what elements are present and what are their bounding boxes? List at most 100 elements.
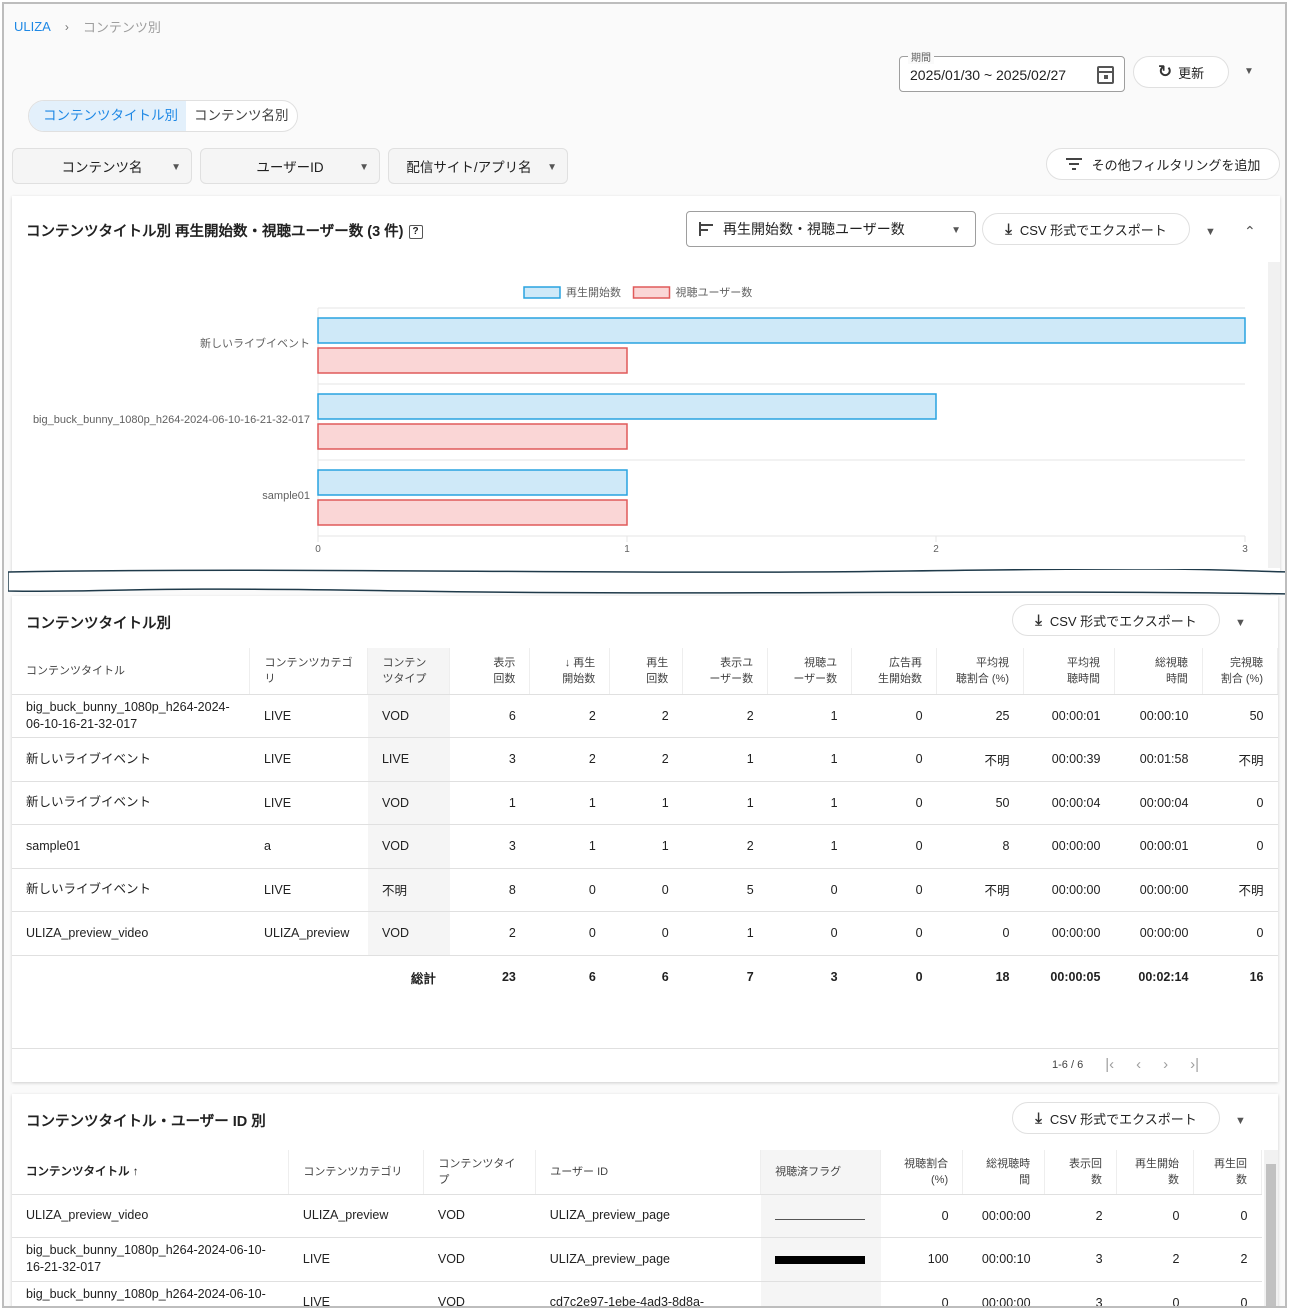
table-header-row: コンテンツタイトル ↑ コンテンツカテゴリ コンテンツタイプ ユーザー ID 視… <box>12 1150 1263 1195</box>
table-cell: 5 <box>682 868 768 912</box>
table1-export-menu-caret-icon[interactable]: ▼ <box>1235 617 1246 629</box>
col-plays[interactable]: 再生回数 <box>609 648 684 695</box>
col-ad-starts[interactable]: 広告再 生開始数 <box>851 648 938 695</box>
col-avg-view-ratio[interactable]: 平均視 聴割合 (%) <box>936 648 1024 695</box>
table-row[interactable]: 新しいライブイベント LIVE 不明 8 0 0 5 0 0 不明 00:00:00 00:00:00… <box>12 868 1278 912</box>
table-cell: 不明 <box>1202 737 1278 782</box>
period-label: 期間 <box>908 49 934 64</box>
table-cell: 00:00:10 <box>962 1237 1045 1282</box>
filter-user-id[interactable]: ユーザーID ▼ <box>200 148 380 184</box>
col-display-users[interactable]: 表示ユ ーザー数 <box>682 648 769 695</box>
col-content-title[interactable]: コンテンツタイトル ↑ <box>12 1150 290 1195</box>
table-cell: VOD <box>423 1237 536 1282</box>
legend-swatch <box>523 286 561 299</box>
table-cell: VOD <box>423 1281 536 1306</box>
y-category-label: sample01 <box>262 490 310 502</box>
period-field[interactable]: 期間 2025/01/30 ~ 2025/02/27 <box>899 49 1125 92</box>
filter-label: ユーザーID <box>256 160 324 175</box>
table-cell: 0 <box>767 868 852 912</box>
period-value: 2025/01/30 ~ 2025/02/27 <box>910 67 1067 83</box>
table-row[interactable]: 新しいライブイベント LIVE VOD 1 1 1 1 1 0 50 00:00:04 00:00:0… <box>12 781 1278 825</box>
col-play-starts[interactable]: ↓ 再生 開始数 <box>529 648 611 695</box>
table1-export-button[interactable]: ⤓ CSV 形式でエクスポート <box>1012 604 1220 636</box>
total-cell: 00:00:05 <box>1050 970 1101 985</box>
table2-scroll-thumb[interactable] <box>1266 1164 1276 1306</box>
col-avg-view-time[interactable]: 平均視 聴時間 <box>1023 648 1115 695</box>
filter-site-app[interactable]: 配信サイト/アプリ名 ▼ <box>388 148 568 184</box>
x-tick-label: 3 <box>1242 544 1248 555</box>
table-cell: 00:00:39 <box>1023 737 1115 782</box>
title-user-table: コンテンツタイトル ↑ コンテンツカテゴリ コンテンツタイプ ユーザー ID 視… <box>12 1150 1263 1306</box>
table-cell: big_buck_bunny_1080p_h264-2024-06-10-16-… <box>12 1281 289 1306</box>
col-complete-ratio[interactable]: 完視聴 割合 (%) <box>1202 648 1279 695</box>
table-cell: 2 <box>1044 1194 1117 1238</box>
table-row[interactable]: big_buck_bunny_1080p_h264-2024-06-10-16-… <box>12 1281 1262 1306</box>
table2-export-button[interactable]: ⤓ CSV 形式でエクスポート <box>1012 1102 1220 1134</box>
content-title-table: コンテンツタイトル コンテンツカテゴリ コンテン ツタイプ 表示 回数 ↓ 再生 開始… <box>12 648 1279 999</box>
table-row[interactable]: 新しいライブイベント LIVE LIVE 3 2 2 1 1 0 不明 00:00:39 00:01:… <box>12 737 1278 782</box>
table-row[interactable]: ULIZA_preview_video ULIZA_preview VOD ULIZA… <box>12 1194 1262 1238</box>
col-content-title[interactable]: コンテンツタイトル <box>12 648 251 695</box>
table2-scrollbar[interactable] <box>1264 1150 1278 1306</box>
prev-page-icon[interactable]: ‹ <box>1136 1056 1141 1073</box>
col-user-id[interactable]: ユーザー ID <box>535 1150 762 1195</box>
x-tick-label: 2 <box>933 544 939 555</box>
table-cell: ULIZA_preview <box>288 1194 424 1238</box>
filter-content-name[interactable]: コンテンツ名 ▼ <box>12 148 192 184</box>
table-row[interactable]: big_buck_bunny_1080p_h264-2024-06-10-16-… <box>12 694 1278 738</box>
table-cell: sample01 <box>12 824 250 869</box>
refresh-menu-caret-icon[interactable]: ▼ <box>1244 66 1254 77</box>
col-view-ratio[interactable]: 視聴割合 (%) <box>880 1150 964 1195</box>
table-cell: 0 <box>609 868 683 912</box>
col-play-starts[interactable]: 再生開始数 <box>1116 1150 1194 1195</box>
table2-export-menu-caret-icon[interactable]: ▼ <box>1235 1115 1246 1127</box>
col-impressions[interactable]: 表示回数 <box>1044 1150 1118 1195</box>
col-impressions[interactable]: 表示回数 <box>449 648 531 695</box>
table-cell: 不明 <box>936 737 1024 782</box>
col-plays[interactable]: 再生回数 <box>1193 1150 1263 1195</box>
col-content-type[interactable]: コンテンツタイプ <box>423 1150 537 1195</box>
table-cell: 00:00:01 <box>1114 824 1203 869</box>
bar-view-users <box>317 423 628 450</box>
download-icon: ⤓ <box>1035 1109 1042 1127</box>
last-page-icon[interactable]: ›| <box>1190 1056 1199 1073</box>
x-tick-label: 0 <box>315 544 321 555</box>
table-cell: ULIZA_preview_page <box>535 1194 761 1238</box>
table-row[interactable]: sample01 a VOD 3 1 1 2 1 0 8 00:00:00 00:00:01 0 <box>12 824 1278 869</box>
table-cell: 00:00:00 <box>1114 868 1203 912</box>
next-page-icon[interactable]: › <box>1163 1056 1168 1073</box>
total-cell: 16 <box>1249 970 1264 985</box>
table-row[interactable]: ULIZA_preview_video ULIZA_preview VOD 2 0 0 1 0… <box>12 911 1278 956</box>
table-cell: 00:00:04 <box>1114 781 1203 825</box>
table-cell: 00:01:58 <box>1114 737 1203 782</box>
toggle-by-content-title[interactable]: コンテンツタイトル別 <box>29 101 186 131</box>
col-content-category[interactable]: コンテンツカテゴリ <box>249 648 369 695</box>
table-cell: 2 <box>529 694 610 738</box>
chevron-down-icon: ▼ <box>171 162 181 173</box>
col-total-view-time[interactable]: 総視聴時間 <box>962 1150 1046 1195</box>
col-content-type[interactable]: コンテンツタイプ <box>367 648 451 695</box>
table-cell: LIVE <box>249 781 368 825</box>
add-filter-button[interactable]: その他フィルタリングを追加 <box>1046 148 1280 180</box>
table-cell: 1 <box>767 824 852 869</box>
toggle-by-content-name[interactable]: コンテンツ名別 <box>186 101 297 131</box>
breadcrumb-root-link[interactable]: ULIZA <box>14 19 51 34</box>
title-user-table-card: コンテンツタイトル・ユーザー ID 別 ⤓ CSV 形式でエクスポート ▼ コン… <box>12 1094 1278 1306</box>
table-cell: 1 <box>449 781 530 825</box>
col-view-users[interactable]: 視聴ユ ーザー数 <box>767 648 853 695</box>
first-page-icon[interactable]: |‹ <box>1105 1056 1114 1073</box>
table-row[interactable]: big_buck_bunny_1080p_h264-2024-06-10-16-… <box>12 1237 1262 1282</box>
table-cell: 1 <box>682 781 768 825</box>
legend-label: 再生開始数 <box>566 285 621 299</box>
table-cell: 100 <box>880 1237 963 1282</box>
table-cell: 2 <box>682 824 768 869</box>
calendar-icon[interactable] <box>1097 66 1114 84</box>
col-viewed-flag[interactable]: 視聴済フラグ <box>760 1150 882 1195</box>
col-total-view-time[interactable]: 総視聴時間 <box>1114 648 1203 695</box>
table-cell: 2 <box>609 737 683 782</box>
refresh-button[interactable]: ↻ 更新 <box>1133 56 1229 88</box>
chevron-down-icon: ▼ <box>547 162 557 173</box>
col-content-category[interactable]: コンテンツカテゴリ <box>288 1150 425 1195</box>
bar-view-users <box>317 347 628 374</box>
table-cell: LIVE <box>288 1237 424 1282</box>
